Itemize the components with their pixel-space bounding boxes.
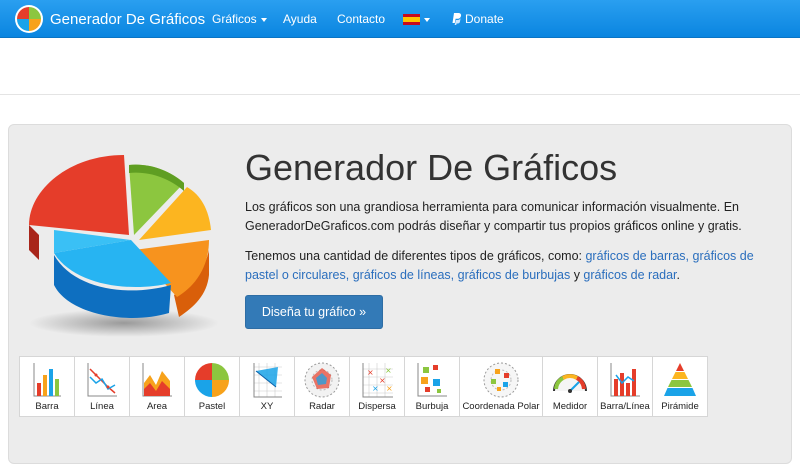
tile-dispersa[interactable]: × × × × × Dispersa	[349, 356, 405, 417]
tile-label: Barra/Línea	[600, 401, 650, 412]
tile-coordenada-polar[interactable]: Coordenada Polar	[459, 356, 543, 417]
hero-description: Los gráficos son una grandiosa herramien…	[245, 200, 742, 233]
link-graficos-burbujas[interactable]: gráficos de burbujas	[458, 268, 571, 282]
nav-graficos-label: Gráficos	[212, 12, 257, 26]
pie-logo-icon	[15, 5, 43, 33]
bar-chart-icon	[33, 363, 61, 397]
hero-jumbotron: Generador De Gráficos Los gráficos son u…	[8, 124, 792, 464]
nav-graficos-dropdown[interactable]: Gráficos	[212, 0, 267, 38]
nav-contacto[interactable]: Contacto	[337, 0, 385, 38]
area-chart-icon	[142, 363, 172, 397]
svg-text:×: ×	[379, 376, 386, 385]
caret-down-icon	[260, 17, 267, 22]
brand-name: Generador De Gráficos	[50, 10, 206, 28]
bubble-chart-icon	[417, 363, 447, 397]
tile-label: Area	[146, 401, 168, 412]
tile-label: Coordenada Polar	[462, 401, 540, 412]
pie-chart-icon	[195, 363, 229, 397]
top-navbar: Generador De Gráficos Gráficos Ayuda Con…	[0, 0, 800, 38]
subheader-strip	[0, 38, 800, 95]
link-graficos-radar[interactable]: gráficos de radar	[583, 268, 676, 282]
tile-burbuja[interactable]: Burbuja	[404, 356, 460, 417]
svg-text:×: ×	[386, 384, 393, 393]
text-intro: Tenemos una cantidad de diferentes tipos…	[245, 249, 586, 263]
link-graficos-lineas[interactable]: gráficos de líneas,	[353, 268, 454, 282]
tile-label: Dispersa	[358, 401, 396, 412]
design-chart-button[interactable]: Diseña tu gráfico »	[245, 295, 383, 329]
tile-linea[interactable]: Línea	[74, 356, 130, 417]
gauge-chart-icon	[553, 374, 587, 393]
caret-down-icon	[424, 17, 430, 22]
tile-label: Pastel	[198, 401, 226, 412]
brand-link[interactable]: Generador De Gráficos	[14, 4, 205, 34]
text-and: y	[570, 268, 584, 282]
svg-text:×: ×	[367, 368, 374, 377]
tile-label: XY	[260, 401, 274, 412]
link-graficos-barras[interactable]: gráficos de barras,	[585, 249, 689, 263]
polar-chart-icon	[483, 362, 519, 398]
tile-barra-linea[interactable]: Barra/Línea	[597, 356, 653, 417]
pyramid-chart-icon	[664, 363, 696, 396]
tile-radar[interactable]: Radar	[294, 356, 350, 417]
tile-barra[interactable]: Barra	[19, 356, 75, 417]
tile-label: Burbuja	[415, 401, 449, 412]
tile-label: Línea	[90, 401, 114, 412]
tile-label: Barra	[35, 401, 59, 412]
tile-label: Radar	[309, 401, 335, 412]
radar-chart-icon	[304, 362, 340, 398]
tile-medidor[interactable]: Medidor	[542, 356, 598, 417]
svg-text:×: ×	[385, 366, 392, 375]
hero-chart-types-text: Tenemos una cantidad de diferentes tipos…	[245, 247, 785, 285]
nav-ayuda[interactable]: Ayuda	[283, 0, 317, 38]
line-chart-icon	[87, 363, 117, 397]
language-dropdown[interactable]	[403, 0, 430, 38]
spain-flag-icon	[403, 14, 420, 26]
tile-label: Pirámide	[661, 401, 699, 412]
hero-title: Generador De Gráficos	[245, 147, 618, 188]
svg-text:×: ×	[372, 384, 379, 393]
bar-line-chart-icon	[610, 363, 640, 397]
paypal-icon	[452, 13, 462, 25]
text-end: .	[676, 268, 681, 282]
tile-label: Medidor	[552, 401, 588, 412]
tile-area[interactable]: Area	[129, 356, 185, 417]
tile-xy[interactable]: XY	[239, 356, 295, 417]
nav-donate[interactable]: Donate	[452, 0, 504, 38]
nav-donate-label: Donate	[465, 12, 504, 26]
chart-type-tiles: Barra Línea Area Pastel XY Radar × × × ×…	[19, 356, 708, 417]
xy-chart-icon	[253, 363, 282, 398]
tile-piramide[interactable]: Pirámide	[652, 356, 708, 417]
tile-pastel[interactable]: Pastel	[184, 356, 240, 417]
3d-pie-chart-illustration	[29, 155, 219, 337]
scatter-chart-icon: × × × × ×	[362, 363, 393, 398]
